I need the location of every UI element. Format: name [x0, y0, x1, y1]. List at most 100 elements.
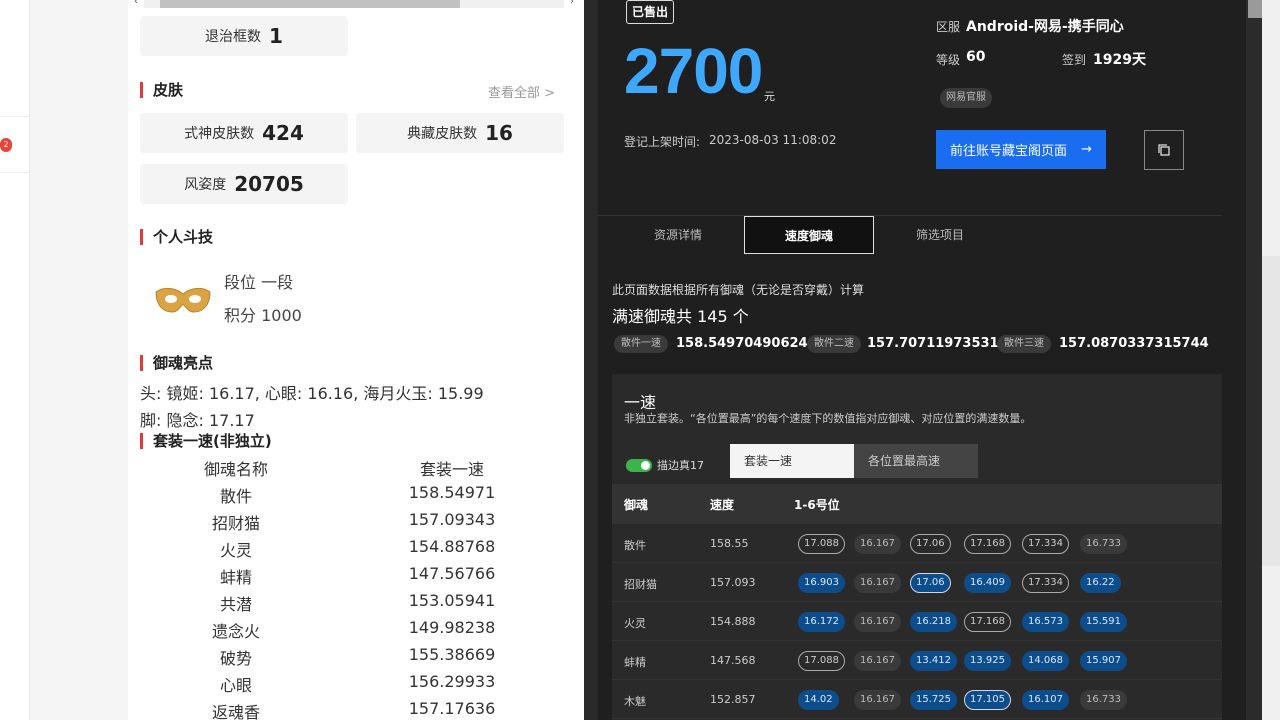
full-speed-count: 满速御魂共 145 个 [612, 307, 749, 326]
soul-name-cell: 散件 [624, 539, 646, 552]
table-header: 御魂 速度 1-6号位 [612, 484, 1222, 524]
soul-name-cell: 破势 [219, 649, 252, 668]
outline-toggle[interactable] [626, 459, 652, 472]
tab-resource-detail[interactable]: 资源详情 [608, 216, 748, 254]
toggle-knob [641, 461, 650, 470]
table-row: 蚌精 147.56766 [128, 564, 584, 591]
set-speed-cell: 147.56766 [408, 564, 496, 583]
stat-value: 16 [485, 121, 513, 145]
speed-tag: 散件三速 [997, 335, 1051, 353]
strip-divider [0, 172, 30, 173]
stat-value: 1 [269, 24, 283, 48]
position-speed-pill: 16.167 [854, 534, 901, 554]
position-speed-pill: 17.105 [964, 690, 1011, 710]
soul-name-cell: 招财猫 [624, 578, 657, 591]
tab-filter-items[interactable]: 筛选项目 [870, 216, 1010, 254]
go-to-treasure-button[interactable]: 前往账号藏宝阁页面 → [936, 130, 1106, 169]
soul-highlight-head: 头: 镜姬: 16.17, 心眼: 16.16, 海月火玉: 15.99 [140, 384, 484, 403]
toggle-label: 描边真17 [657, 459, 704, 472]
position-speed-pill: 14.02 [798, 690, 839, 710]
position-speed-pill: 16.733 [1080, 690, 1127, 710]
soul-name-cell: 御魂名称 [203, 460, 268, 479]
header-positions: 1-6号位 [794, 498, 840, 512]
tab-speed-souls[interactable]: 速度御魂 [744, 216, 874, 254]
position-speed-pill: 15.907 [1080, 651, 1127, 671]
position-speed-pill: 13.925 [964, 651, 1011, 671]
shikigami-skins-stat: 式神皮肤数 424 [140, 113, 348, 153]
segment-set-first-speed[interactable]: 套装一速 [730, 444, 854, 478]
pvp-points: 积分 1000 [224, 306, 302, 325]
header-speed: 速度 [710, 498, 735, 512]
soul-name-cell: 共潜 [219, 595, 252, 614]
card-description: 非独立套装。“各位置最高”的每个速度下的数值指对应御魂、对应位置的满速数量。 [624, 412, 1032, 425]
table-row: 招财猫 157.09343 [128, 510, 584, 537]
soul-name-cell: 招财猫 [211, 514, 260, 533]
data-note: 此页面数据根据所有御魂（无论是否穿戴）计算 [612, 283, 865, 297]
set-speed-cell: 158.54971 [408, 483, 496, 502]
header-soul: 御魂 [624, 498, 649, 512]
cta-label: 前往账号藏宝阁页面 [950, 144, 1068, 159]
checkin-value: 1929天 [1093, 52, 1146, 68]
pvp-section-title: 个人斗技 [140, 229, 213, 245]
account-detail-panel: ‹ › 退治框数 1 皮肤 查看全部 > 式神皮肤数 424 典藏皮肤数 16 … [128, 0, 584, 720]
position-speed-pill: 16.172 [798, 612, 845, 632]
position-speed-pill: 16.22 [1080, 573, 1121, 593]
segment-max-per-position[interactable]: 各位置最高速 [854, 444, 978, 478]
scroll-right-icon[interactable]: › [570, 0, 574, 7]
speed-value: 157.0870337315744 [1059, 336, 1209, 351]
price-unit: 元 [764, 90, 775, 103]
background-gutter [30, 0, 128, 720]
mask-icon [155, 287, 211, 313]
position-speed-pill: 13.412 [910, 651, 957, 671]
table-row: 散件 158.55 17.088 16.167 17.06 17.168 17.334 16.… [612, 524, 1222, 563]
copy-button[interactable] [1144, 130, 1184, 170]
arrow-right-icon: → [1081, 142, 1092, 157]
position-speed-pill: 16.167 [854, 573, 901, 593]
position-speed-pill: 16.107 [1022, 690, 1069, 710]
set-speed-cell: 149.98238 [408, 618, 496, 637]
position-speed-pill: 15.725 [910, 690, 957, 710]
scroll-thumb[interactable] [1248, 0, 1262, 18]
stat-label: 退治框数 [205, 29, 262, 45]
horizontal-scrollbar[interactable]: ‹ › [134, 0, 574, 8]
view-all-link[interactable]: 查看全部 > [488, 82, 555, 101]
table-header-row: 御魂名称 套装一速 [128, 456, 584, 483]
table-row: 散件 158.54971 [128, 483, 584, 510]
server-value: Android-网易-携手同心 [966, 19, 1124, 35]
soul-name-cell: 木魅 [624, 695, 646, 708]
position-speed-pill: 16.409 [964, 573, 1011, 593]
strip-divider [0, 116, 30, 117]
stat-value: 20705 [234, 172, 304, 196]
set-speed-cell: 153.05941 [408, 591, 496, 610]
table-row: 遗念火 149.98238 [128, 618, 584, 645]
position-speed-pill: 17.088 [798, 651, 845, 671]
vertical-scrollbar[interactable] [1246, 0, 1280, 720]
position-speed-pill: 16.218 [910, 612, 957, 632]
position-speed-pill: 15.591 [1080, 612, 1127, 632]
price: 2700 [624, 35, 763, 107]
speed-cell: 158.55 [710, 537, 749, 550]
level-label: 等级 [936, 53, 961, 67]
checkin-label: 签到 [1062, 53, 1087, 67]
soul-name-cell: 遗念火 [211, 622, 260, 641]
speed-cell: 154.888 [710, 615, 756, 628]
set-speed-title: 套装一速(非独立) [140, 433, 272, 449]
scroll-thumb[interactable] [160, 0, 460, 8]
position-speed-pill: 16.903 [798, 573, 845, 593]
stat-label: 典藏皮肤数 [407, 126, 478, 142]
table-row: 共潜 153.05941 [128, 591, 584, 618]
table-row: 木魅 152.857 14.02 16.167 15.725 17.105 16.107 16… [612, 680, 1222, 719]
scroll-left-icon[interactable]: ‹ [134, 0, 138, 7]
set-speed-cell: 套装一速 [419, 460, 484, 479]
scroll-track[interactable] [144, 0, 564, 8]
exit-frames-stat: 退治框数 1 [140, 16, 348, 56]
set-speed-cell: 155.38669 [408, 645, 496, 664]
position-speed-pill: 17.334 [1022, 573, 1069, 593]
notification-badge[interactable]: 2 [0, 138, 12, 152]
position-speed-pill: 17.168 [964, 612, 1011, 632]
page-scroll-thumb[interactable] [1262, 256, 1280, 566]
listing-time-label: 登记上架时间: [624, 135, 701, 149]
set-speed-cell: 156.29933 [408, 672, 496, 691]
first-speed-card: 一速 非独立套装。“各位置最高”的每个速度下的数值指对应御魂、对应位置的满速数量… [612, 374, 1222, 720]
soul-highlights-title: 御魂亮点 [140, 355, 213, 371]
